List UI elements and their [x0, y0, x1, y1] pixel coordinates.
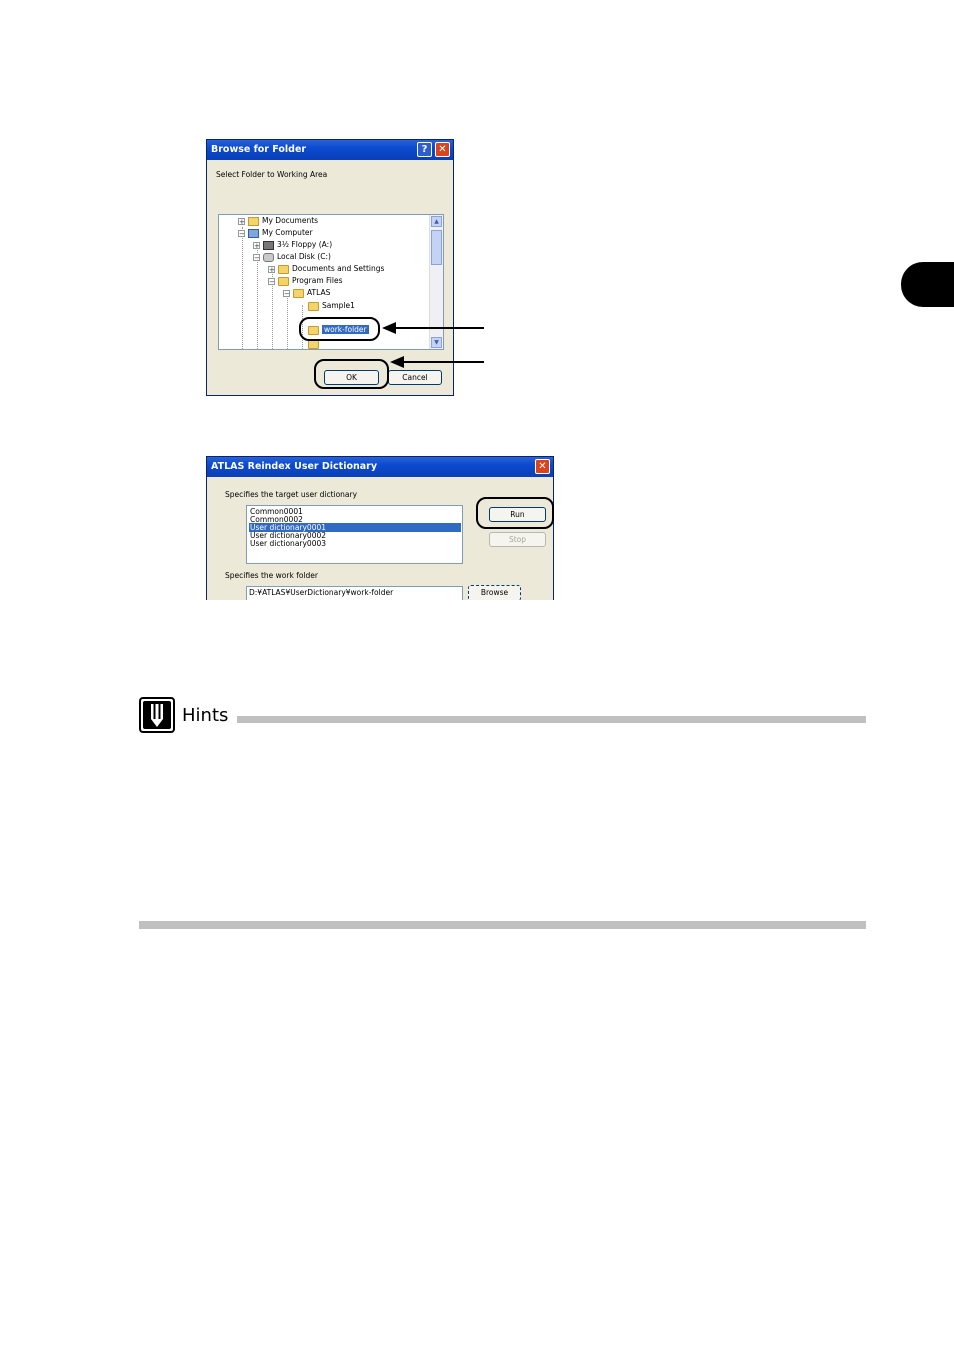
close-icon[interactable]: ✕ [535, 459, 550, 474]
folder-icon [308, 301, 319, 311]
tree-item-label: My Computer [262, 228, 313, 237]
pointer-arrows [382, 322, 484, 368]
reindex-dialog-titlebar: ATLAS Reindex User Dictionary ✕ [207, 457, 553, 477]
work-folder-label: Specifies the work folder [225, 571, 318, 580]
computer-icon [248, 228, 259, 238]
section-end-divider [139, 921, 866, 929]
tree-item-label: Program Files [292, 276, 343, 285]
expand-icon[interactable]: + [238, 217, 245, 225]
pencil-icon [139, 697, 175, 733]
folder-icon [278, 264, 289, 274]
browse-dialog-title: Browse for Folder [211, 144, 307, 155]
scroll-thumb[interactable] [431, 230, 442, 265]
stop-button: Stop [489, 532, 546, 547]
folder-icon [278, 276, 289, 286]
ok-button-callout [314, 359, 389, 389]
help-icon[interactable]: ? [417, 142, 432, 157]
tree-item-label: My Documents [262, 216, 319, 225]
tree-item-label: Local Disk (C:) [277, 252, 331, 261]
tree-item-atlas[interactable]: − ATLAS [283, 287, 330, 299]
folder-icon [293, 288, 304, 298]
dictionary-list[interactable]: Common0001 Common0002 User dictionary000… [246, 505, 463, 564]
close-icon[interactable]: ✕ [435, 142, 450, 157]
work-folder-path-field[interactable]: D:¥ATLAS¥UserDictionary¥work-folder [246, 586, 463, 600]
disk-icon [263, 252, 274, 262]
run-button-callout [476, 497, 554, 529]
arrow-head-icon [382, 322, 396, 334]
collapse-icon[interactable]: − [283, 289, 290, 297]
list-item[interactable]: User dictionary0003 [249, 539, 327, 548]
tree-item-documents-and-settings[interactable]: + Documents and Settings [268, 263, 384, 275]
collapse-icon[interactable]: − [268, 277, 275, 285]
browse-instruction: Select Folder to Working Area [216, 170, 328, 179]
tree-item-label: ATLAS [307, 288, 331, 297]
scroll-up-icon[interactable]: ▲ [431, 216, 442, 227]
expand-icon[interactable]: + [268, 265, 275, 273]
tree-item-program-files[interactable]: − Program Files [268, 275, 343, 287]
tree-item-my-computer[interactable]: − My Computer [238, 227, 313, 239]
browse-dialog-titlebar: Browse for Folder ? ✕ [207, 140, 453, 160]
tree-item-label: Sample1 [322, 301, 355, 310]
browse-button[interactable]: Browse [468, 585, 521, 600]
arrow-head-icon [390, 356, 404, 368]
tree-item-floppy[interactable]: +3½ Floppy (A:) [253, 239, 332, 251]
target-dictionary-label: Specifies the target user dictionary [225, 490, 358, 499]
folder-icon [308, 340, 319, 349]
expand-icon[interactable]: + [253, 241, 260, 249]
hints-divider [237, 716, 866, 723]
chapter-tab [901, 262, 954, 307]
tree-item-label: Documents and Settings [292, 264, 385, 273]
tree-item-my-documents[interactable]: + My Documents [238, 215, 318, 227]
collapse-icon[interactable]: − [253, 253, 260, 261]
tree-item-local-disk[interactable]: − Local Disk (C:) [253, 251, 331, 263]
tree-item-label: 3½ Floppy (A:) [277, 240, 333, 249]
tree-item-sample1[interactable]: Sample1 [308, 300, 355, 312]
my-documents-icon [248, 216, 259, 226]
collapse-icon[interactable]: − [238, 229, 245, 237]
floppy-icon [263, 240, 274, 250]
work-folder-callout [299, 317, 380, 341]
hints-heading: Hints [182, 705, 229, 726]
reindex-dialog-title: ATLAS Reindex User Dictionary [211, 461, 378, 472]
